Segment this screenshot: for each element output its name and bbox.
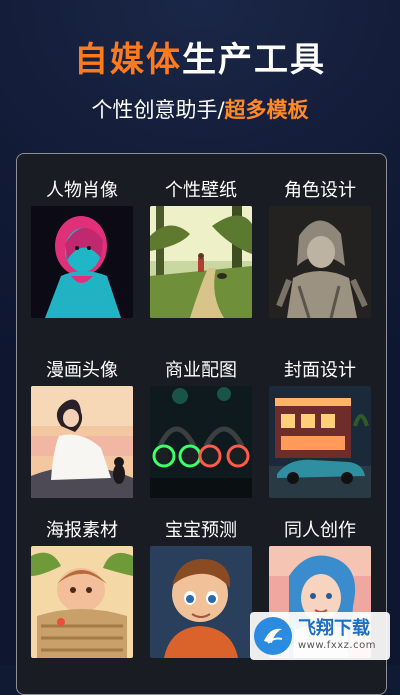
category-label: 封面设计 — [284, 360, 356, 381]
category-label: 个性壁纸 — [165, 180, 237, 201]
category-item-cover[interactable]: 封面设计 — [269, 356, 371, 498]
anime-girl-image[interactable] — [31, 386, 133, 498]
category-item-wallpaper[interactable]: 个性壁纸 — [150, 176, 252, 318]
category-label: 海报素材 — [46, 520, 118, 541]
retro-car-image[interactable] — [269, 386, 371, 498]
title-plain: 生产工具 — [182, 40, 326, 80]
category-item-commercial[interactable]: 商业配图 — [150, 356, 252, 498]
category-label: 商业配图 — [165, 360, 237, 381]
watermark-title: 飞翔下载 — [298, 618, 370, 639]
page-subtitle: 个性创意助手/超多模板 — [0, 94, 400, 124]
baby-poster-image[interactable] — [31, 546, 133, 658]
neon-portrait-image[interactable] — [31, 206, 133, 318]
category-label: 同人创作 — [284, 520, 356, 541]
watermark-url: www.fxxz.com — [298, 640, 376, 651]
subtitle-accent: 超多模板 — [224, 98, 309, 122]
category-item-baby-predict[interactable]: 宝宝预测 — [150, 516, 252, 658]
category-item-poster[interactable]: 海报素材 — [31, 516, 133, 658]
category-item-comic-avatar[interactable]: 漫画头像 — [31, 356, 133, 498]
category-label: 人物肖像 — [46, 180, 118, 201]
category-item-portrait[interactable]: 人物肖像 — [31, 176, 133, 318]
category-label: 角色设计 — [284, 180, 356, 201]
forest-path-image[interactable] — [150, 206, 252, 318]
page-title: 自媒体生产工具 — [0, 32, 400, 81]
category-label: 宝宝预测 — [165, 520, 237, 541]
category-label: 漫画头像 — [46, 360, 118, 381]
cartoon-boy-image[interactable] — [150, 546, 252, 658]
headphones-image[interactable] — [150, 386, 252, 498]
title-accent: 自媒体 — [74, 40, 182, 80]
stone-character-image[interactable] — [269, 206, 371, 318]
logo-icon — [254, 617, 292, 655]
watermark-badge: 飞翔下载 www.fxxz.com — [250, 612, 390, 660]
category-item-character[interactable]: 角色设计 — [269, 176, 371, 318]
subtitle-plain: 个性创意助手/ — [91, 98, 225, 122]
